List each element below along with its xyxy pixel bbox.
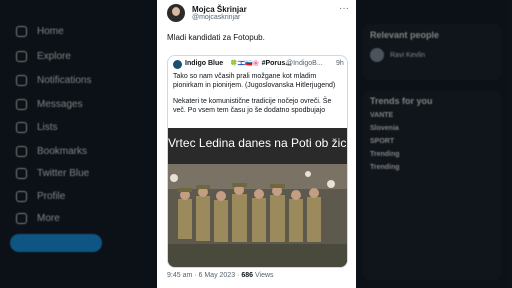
- quoted-image[interactable]: Vrtec Ledina danes na Poti ob žici: [168, 128, 348, 267]
- quoted-text: Tako so nam včasih prali možgane kot mla…: [173, 73, 336, 114]
- tweet-meta: 9:45 am · 6 May 2023 · 686 Views: [167, 272, 274, 279]
- tweet-text: Mladi kandidati za Fotopub.: [167, 33, 265, 42]
- more-dots-icon[interactable]: ···: [339, 3, 349, 14]
- quoted-author-flags: 🍀🇮🇱🇸🇮🌸 #Porus...: [230, 60, 292, 67]
- quoted-tweet[interactable]: Indigo Blue 🍀🇮🇱🇸🇮🌸 #Porus... @IndigoB...…: [167, 55, 348, 268]
- avatar[interactable]: [167, 4, 185, 22]
- image-caption: Vrtec Ledina danes na Poti ob žici: [168, 136, 348, 150]
- quoted-author-handle: @IndigoB...: [286, 60, 323, 67]
- quoted-time: 9h: [336, 60, 344, 67]
- author-name[interactable]: Mojca Škrinjar: [192, 5, 247, 14]
- quoted-author-name: Indigo Blue: [185, 60, 224, 67]
- author-handle[interactable]: @mojcaskrinjar: [192, 14, 240, 21]
- avatar: [173, 60, 182, 69]
- crowd-photo: [168, 164, 347, 267]
